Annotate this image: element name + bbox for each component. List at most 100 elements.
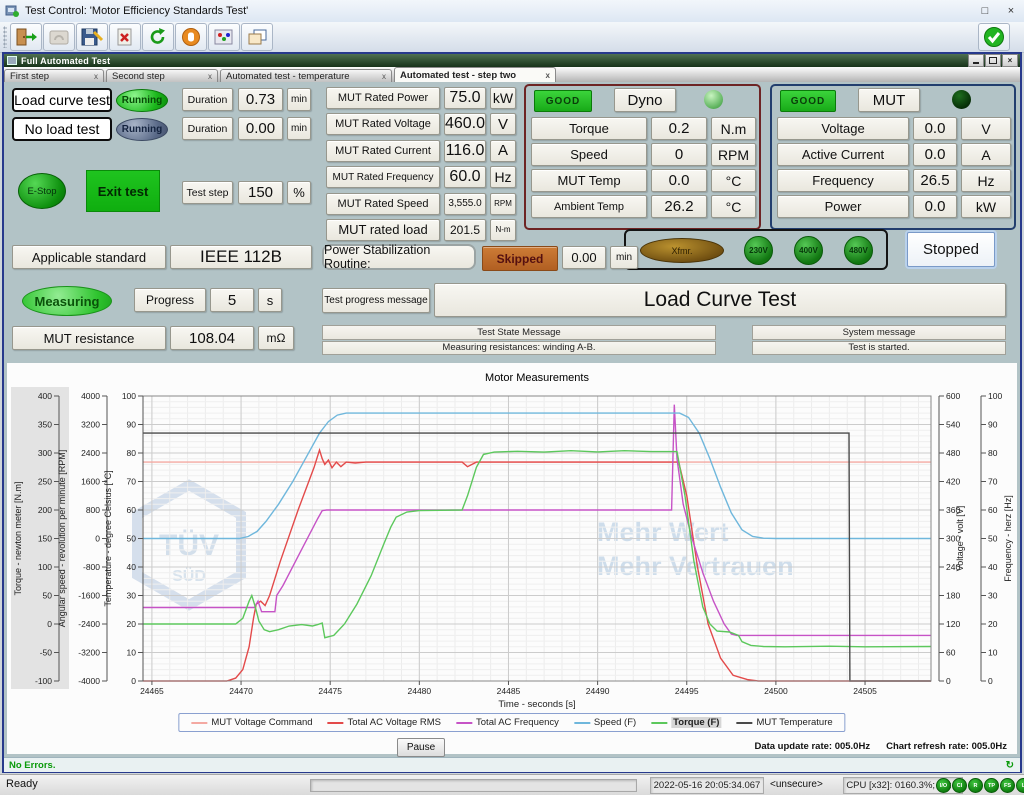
- series-torque-f-: [143, 451, 931, 647]
- tab-close-icon[interactable]: x: [546, 71, 550, 80]
- rated-row-4-value: 3,555.0: [444, 193, 486, 215]
- legend-swatch: [191, 722, 207, 724]
- tab-close-icon[interactable]: x: [208, 72, 212, 81]
- legend-swatch: [574, 722, 590, 724]
- chart-canvas[interactable]: TÜVSÜDMehr WertMehr Vertrauen40035030025…: [7, 363, 1017, 711]
- rated-row-1-unit: V: [490, 113, 516, 135]
- tab-close-icon[interactable]: x: [94, 72, 98, 81]
- svg-text:10: 10: [127, 648, 137, 658]
- svg-text:Voltage - volt [V]: Voltage - volt [V]: [955, 506, 965, 572]
- mdi-window-icon: [7, 56, 17, 65]
- green-check-icon: [982, 26, 1006, 48]
- svg-text:60: 60: [988, 505, 998, 515]
- mdi-titlebar: Full Automated Test ×: [4, 54, 1020, 67]
- rated-row-2-unit: A: [490, 140, 516, 162]
- test-state-message-label: Test State Message: [322, 325, 716, 340]
- tab-close-icon[interactable]: x: [382, 72, 386, 81]
- mut-rated-panel: MUT Rated Power75.0kWMUT Rated Voltage46…: [326, 87, 516, 241]
- legend-item-total-ac-frequency[interactable]: Total AC Frequency: [456, 717, 559, 728]
- legend-item-total-ac-voltage-rms[interactable]: Total AC Voltage RMS: [328, 717, 441, 728]
- mut-row-1-label: Active Current: [777, 143, 909, 166]
- toolbar-stop-hand-button[interactable]: [175, 23, 207, 51]
- status-timestamp: 2022-05-16 20:05:34.067: [650, 777, 764, 794]
- configuration-icon: [212, 27, 236, 47]
- mdi-restore-button[interactable]: [985, 54, 1001, 67]
- test-state-message-value: Measuring resistances: winding A-B.: [322, 341, 716, 356]
- mdi-close-button[interactable]: ×: [1002, 54, 1018, 67]
- no-load-status-led: Running: [116, 118, 168, 141]
- rated-row-0-unit: kW: [490, 87, 516, 109]
- indicator-fs: FS: [1000, 778, 1015, 793]
- dyno-row-2: MUT Temp0.0°C: [531, 169, 756, 192]
- svg-text:30: 30: [127, 591, 137, 601]
- no-load-duration-label: Duration: [182, 117, 233, 140]
- stopped-button[interactable]: Stopped: [907, 232, 995, 267]
- xfmr-tap-400v-led: 400V: [794, 236, 823, 265]
- svg-text:24490: 24490: [586, 686, 610, 696]
- status-progress-strip: [310, 779, 637, 792]
- toolbar-revert-button[interactable]: [43, 23, 75, 51]
- mut-row-3-unit: kW: [961, 195, 1011, 218]
- legend-item-mut-temperature[interactable]: MUT Temperature: [736, 717, 832, 728]
- tab-strip: First stepxSecond stepxAutomated test - …: [4, 67, 1020, 82]
- security-status: <unsecure>: [770, 779, 823, 790]
- rated-row-5: MUT rated load201.5N-m: [326, 219, 516, 241]
- tab-first-step[interactable]: First stepx: [4, 69, 104, 82]
- mut-row-3: Power0.0kW: [777, 195, 1011, 218]
- svg-text:3200: 3200: [81, 420, 100, 430]
- svg-text:0: 0: [988, 676, 993, 686]
- pause-button[interactable]: Pause: [397, 738, 445, 757]
- svg-text:60: 60: [946, 648, 956, 658]
- toolbar-refresh-button[interactable]: [142, 23, 174, 51]
- refresh-errors-icon[interactable]: ↻: [1006, 760, 1014, 771]
- toolbar-save-button[interactable]: [76, 23, 108, 51]
- exit-test-button[interactable]: Exit test: [86, 170, 160, 212]
- tab-automated-test-temperature[interactable]: Automated test - temperaturex: [220, 69, 392, 82]
- svg-text:50: 50: [127, 534, 137, 544]
- exit-door-icon: [14, 27, 38, 47]
- svg-text:24495: 24495: [675, 686, 699, 696]
- legend-label: Torque (F): [671, 717, 721, 728]
- estop-button[interactable]: E-Stop: [18, 173, 66, 209]
- stabilization-status-badge: Skipped: [482, 246, 558, 271]
- svg-text:350: 350: [38, 420, 52, 430]
- rated-row-4: MUT Rated Speed3,555.0RPM: [326, 193, 516, 215]
- tab-label: Second step: [112, 71, 165, 82]
- tab-second-step[interactable]: Second step x: [106, 69, 218, 82]
- dyno-row-3-label: Ambient Temp: [531, 195, 647, 218]
- toolbar-exit-door-button[interactable]: [10, 23, 42, 51]
- maximize-button[interactable]: □: [972, 1, 998, 21]
- svg-text:50: 50: [43, 591, 53, 601]
- tab-automated-test-step-two[interactable]: Automated test - step twox: [394, 67, 556, 82]
- toolbar-configuration-button[interactable]: [208, 23, 240, 51]
- mdi-minimize-button[interactable]: [968, 54, 984, 67]
- svg-text:70: 70: [127, 477, 137, 487]
- toolbar-delete-button[interactable]: [109, 23, 141, 51]
- dyno-row-0-label: Torque: [531, 117, 647, 140]
- svg-text:TÜV: TÜV: [159, 529, 219, 562]
- save-icon: [80, 27, 104, 47]
- legend-item-torque-f-[interactable]: Torque (F): [651, 717, 721, 728]
- svg-text:30: 30: [988, 591, 998, 601]
- svg-text:40: 40: [988, 562, 998, 572]
- legend-item-mut-voltage-command[interactable]: MUT Voltage Command: [191, 717, 312, 728]
- load-curve-test-button[interactable]: Load curve test: [12, 88, 112, 112]
- dyno-row-3-unit: °C: [711, 195, 756, 218]
- confirm-button[interactable]: [978, 23, 1010, 51]
- svg-text:Temperature - degree Celsius [: Temperature - degree Celsius [°C]: [103, 470, 113, 606]
- svg-text:Frequency - herz [Hz]: Frequency - herz [Hz]: [1003, 495, 1013, 582]
- svg-text:90: 90: [127, 420, 137, 430]
- minimize-icon: [973, 62, 979, 64]
- rated-row-3-unit: Hz: [490, 166, 516, 188]
- rated-row-2-label: MUT Rated Current: [326, 140, 440, 162]
- svg-text:-1600: -1600: [78, 591, 100, 601]
- rated-row-5-value: 201.5: [444, 219, 486, 241]
- no-load-test-button[interactable]: No load test: [12, 117, 112, 141]
- toolbar-grip[interactable]: [3, 26, 7, 48]
- legend-item-speed-f-[interactable]: Speed (F): [574, 717, 636, 728]
- svg-text:-50: -50: [40, 648, 53, 658]
- toolbar-windows-button[interactable]: [241, 23, 273, 51]
- mut-row-0-unit: V: [961, 117, 1011, 140]
- svg-text:200: 200: [38, 505, 52, 515]
- close-button[interactable]: ×: [998, 1, 1024, 21]
